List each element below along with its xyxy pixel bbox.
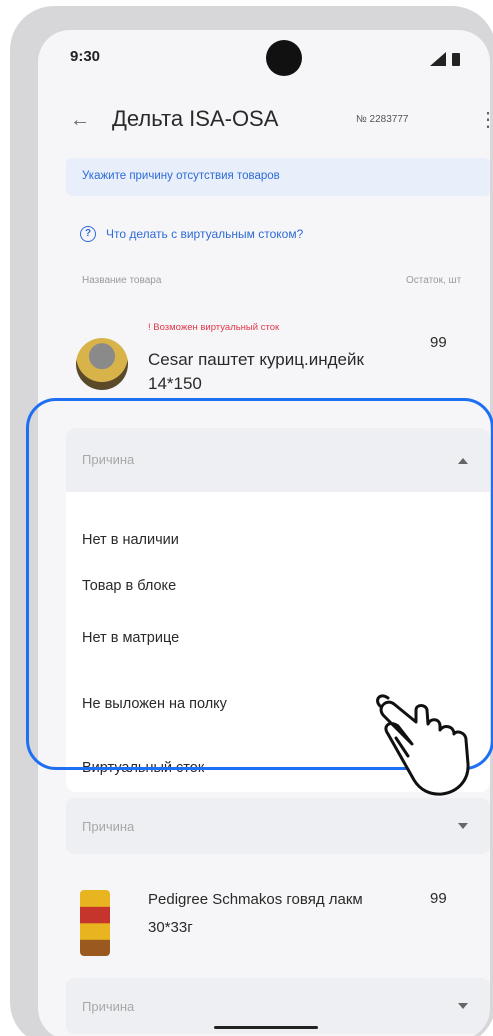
reason-select[interactable]: Причина bbox=[66, 798, 490, 854]
product-stock-qty: 99 bbox=[430, 334, 447, 351]
virtual-stock-warning: ! Возможен виртуальный сток bbox=[148, 322, 280, 333]
signal-icon bbox=[430, 52, 446, 66]
product-image bbox=[76, 338, 128, 390]
home-indicator[interactable] bbox=[214, 1026, 318, 1029]
page-title: Дельта ISA-OSA bbox=[112, 106, 279, 131]
camera-cutout bbox=[266, 40, 302, 76]
reason-placeholder: Причина bbox=[82, 819, 135, 834]
help-link-label: Что делать с виртуальным стоком? bbox=[106, 227, 304, 241]
reason-placeholder: Причина bbox=[82, 999, 135, 1014]
document-number: № 2283777 bbox=[356, 114, 409, 125]
product-stock-qty: 99 bbox=[430, 890, 447, 907]
column-header-name: Название товара bbox=[82, 275, 162, 286]
product-name: Cesar паштет куриц.индейк 14*150 bbox=[148, 350, 364, 393]
column-header-stock: Остаток, шт bbox=[406, 275, 462, 286]
product-name: Pedigree Schmakos говяд лакм 30*33г bbox=[148, 891, 363, 936]
product-row: Pedigree Schmakos говяд лакм 30*33г 99 bbox=[38, 878, 490, 968]
chevron-down-icon bbox=[458, 823, 468, 829]
question-icon: ? bbox=[80, 226, 96, 242]
status-time: 9:30 bbox=[70, 48, 101, 65]
app-bar: ← Дельта ISA-OSA № 2283777 ⋮ bbox=[38, 102, 490, 142]
tap-hand-icon bbox=[376, 694, 470, 796]
status-icons bbox=[426, 52, 472, 66]
more-vert-icon[interactable]: ⋮ bbox=[478, 108, 490, 132]
product-image bbox=[80, 890, 110, 956]
info-banner: Укажите причину отсутствия товаров bbox=[66, 158, 490, 196]
back-arrow-icon[interactable]: ← bbox=[70, 108, 94, 132]
battery-icon bbox=[452, 53, 460, 66]
chevron-down-icon bbox=[458, 1003, 468, 1009]
status-bar: 9:30 bbox=[38, 30, 490, 84]
